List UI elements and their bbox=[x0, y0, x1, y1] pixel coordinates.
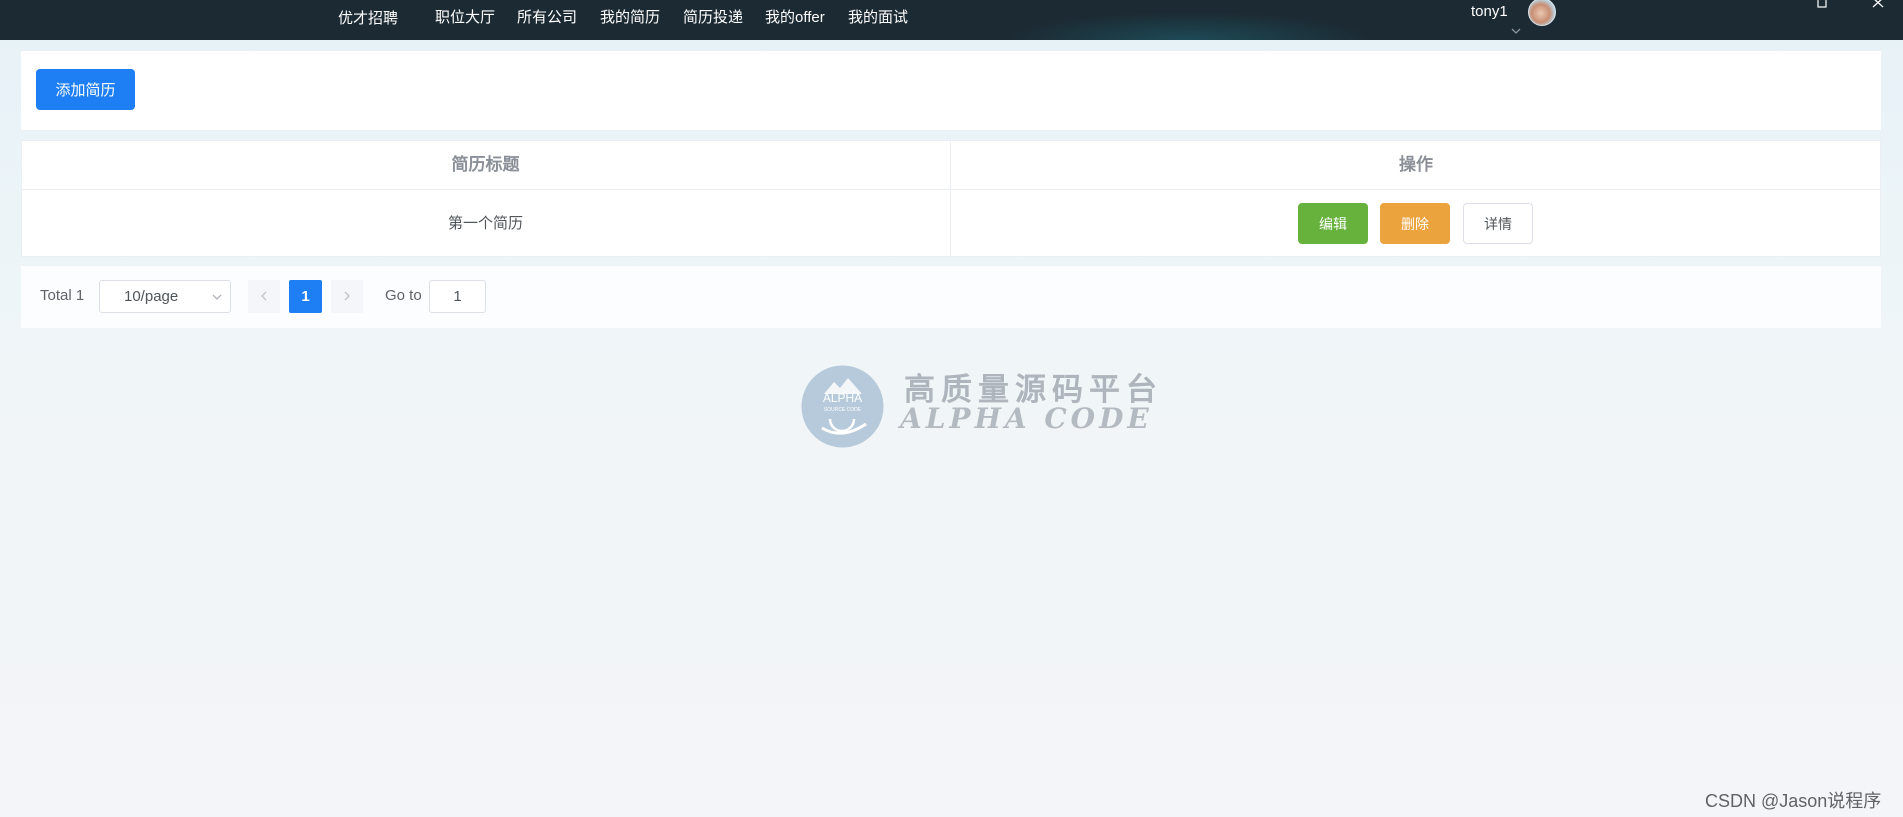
nav-item-companies[interactable]: 所有公司 bbox=[517, 6, 577, 27]
prev-page-button[interactable] bbox=[248, 280, 280, 313]
chevron-down-icon bbox=[212, 294, 222, 300]
page-size-select[interactable]: 10/page bbox=[99, 280, 231, 313]
pagination-total: Total 1 bbox=[40, 287, 85, 304]
logo-text: ALPHA bbox=[823, 391, 862, 405]
page-number-current[interactable]: 1 bbox=[289, 280, 322, 313]
column-header-title: 简历标题 bbox=[451, 155, 520, 174]
close-icon[interactable] bbox=[1871, 0, 1885, 8]
csdn-watermark: CSDN @Jason说程序 bbox=[1705, 791, 1882, 811]
brand-name[interactable]: 优才招聘 bbox=[338, 7, 398, 28]
column-header-actions: 操作 bbox=[1399, 155, 1433, 174]
next-page-button[interactable] bbox=[331, 280, 363, 313]
nav-item-my-resume[interactable]: 我的简历 bbox=[600, 6, 660, 27]
user-name[interactable]: tony1 bbox=[1471, 3, 1508, 20]
add-resume-button[interactable]: 添加简历 bbox=[36, 69, 135, 110]
watermark-subtitle: ALPHA CODE bbox=[900, 402, 1153, 435]
nav-item-jobs[interactable]: 职位大厅 bbox=[435, 6, 495, 27]
detail-button[interactable]: 详情 bbox=[1463, 203, 1533, 244]
chevron-right-icon bbox=[344, 291, 350, 301]
nav-item-my-offer[interactable]: 我的offer bbox=[765, 6, 825, 27]
logo-subtext: SOURCE CODE bbox=[824, 407, 862, 413]
chevron-left-icon bbox=[261, 291, 267, 301]
chevron-down-icon[interactable] bbox=[1510, 26, 1522, 36]
alpha-code-logo: ALPHA SOURCE CODE bbox=[801, 365, 884, 448]
toolbar-panel bbox=[21, 51, 1881, 130]
goto-label: Go to bbox=[385, 287, 422, 304]
nav-item-my-interviews[interactable]: 我的面试 bbox=[848, 6, 908, 27]
page-size-value: 10/page bbox=[124, 288, 179, 305]
delete-button[interactable]: 删除 bbox=[1380, 203, 1450, 244]
top-navbar: 优才招聘 职位大厅 所有公司 我的简历 简历投递 我的offer 我的面试 to… bbox=[0, 0, 1903, 40]
nav-item-applications[interactable]: 简历投递 bbox=[683, 6, 743, 27]
table-cell-resume-title: 第一个简历 bbox=[447, 215, 523, 232]
user-avatar[interactable] bbox=[1528, 0, 1556, 26]
restore-icon[interactable] bbox=[1815, 0, 1829, 8]
edit-button[interactable]: 编辑 bbox=[1298, 203, 1368, 244]
goto-page-input[interactable] bbox=[429, 280, 486, 313]
